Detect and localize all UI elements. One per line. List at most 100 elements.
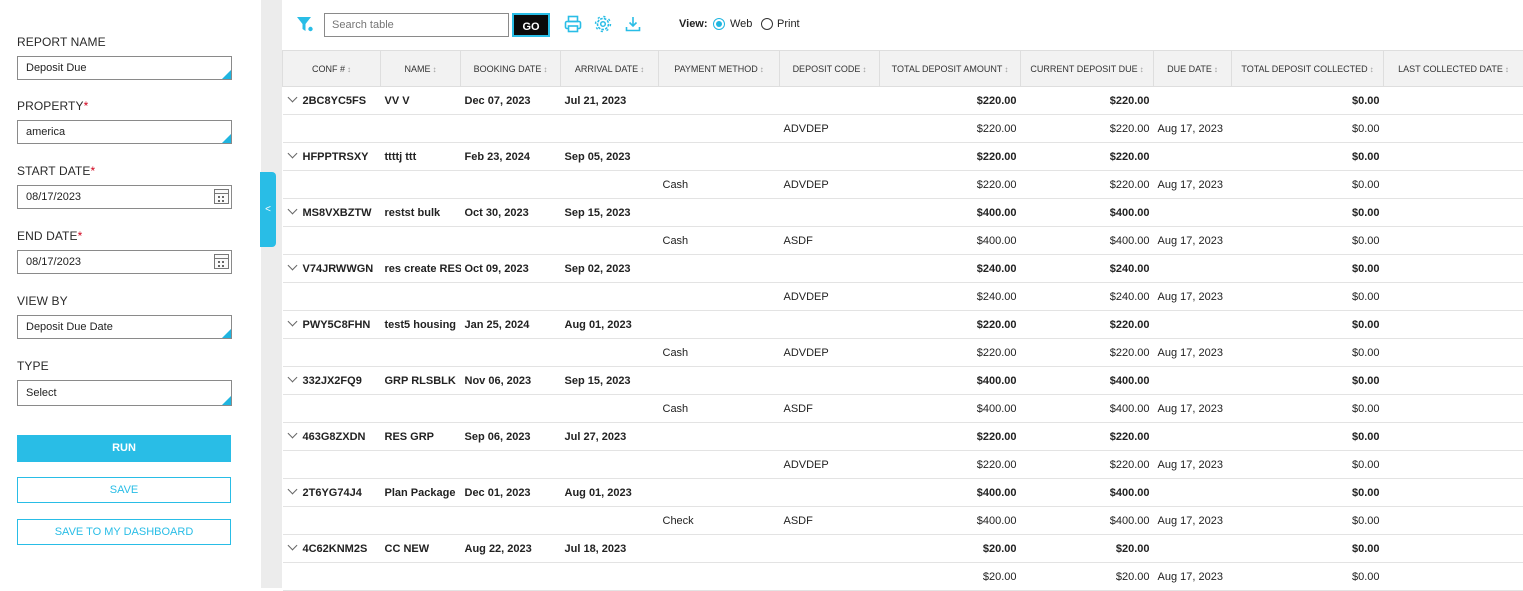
cell-deposit-code: [780, 143, 880, 171]
table-body: 2BC8YC5FSVV VDec 07, 2023Jul 21, 2023$22…: [283, 87, 1523, 591]
cell-current-deposit-due: $240.00: [1021, 255, 1154, 283]
reservation-row[interactable]: PWY5C8FHNtest5 housingJan 25, 2024Aug 01…: [283, 311, 1523, 339]
reservation-row[interactable]: MS8VXBZTWrestst bulkOct 30, 2023Sep 15, …: [283, 199, 1523, 227]
view-print-radio[interactable]: [761, 18, 773, 30]
view-web-label[interactable]: Web: [730, 18, 752, 30]
cell-last-collected-date: [1384, 395, 1523, 423]
cell-text: Aug 17, 2023: [1158, 291, 1223, 303]
settings-gear-icon[interactable]: [593, 14, 613, 34]
column-header-total-deposit-collected[interactable]: TOTAL DEPOSIT COLLECTED↕: [1232, 51, 1384, 87]
cell-text: $0.00: [1352, 487, 1380, 499]
cell-text: $400.00: [977, 235, 1017, 247]
deposit-detail-row: CashASDF$400.00$400.00Aug 17, 2023$0.00: [283, 395, 1523, 423]
reservation-row[interactable]: 463G8ZXDNRES GRPSep 06, 2023Jul 27, 2023…: [283, 423, 1523, 451]
collapse-panel-button[interactable]: <: [260, 172, 276, 247]
column-header-due-date[interactable]: DUE DATE↕: [1154, 51, 1232, 87]
cell-deposit-code: ADVDEP: [780, 283, 880, 311]
reservation-row[interactable]: 4C62KNM2SCC NEWAug 22, 2023Jul 18, 2023$…: [283, 535, 1523, 563]
cell-arrival-date: [561, 395, 659, 423]
chevron-down-icon[interactable]: [287, 373, 297, 383]
sort-icon[interactable]: ↕: [1505, 65, 1509, 74]
cell-name: [381, 563, 461, 591]
type-select[interactable]: Select: [17, 380, 232, 406]
column-header-label: PAYMENT METHOD: [674, 64, 758, 74]
cell-total-deposit-collected: $0.00: [1232, 367, 1384, 395]
sort-icon[interactable]: ↕: [1370, 65, 1374, 74]
column-header-booking-date[interactable]: BOOKING DATE↕: [461, 51, 561, 87]
chevron-down-icon[interactable]: [287, 93, 297, 103]
run-button[interactable]: RUN: [17, 435, 231, 462]
cell-text: Cash: [663, 347, 689, 359]
chevron-down-icon[interactable]: [287, 149, 297, 159]
column-header-last-collected-date[interactable]: LAST COLLECTED DATE↕: [1384, 51, 1523, 87]
calendar-icon[interactable]: [214, 254, 229, 269]
sort-icon[interactable]: ↕: [1140, 65, 1144, 74]
reservation-row[interactable]: V74JRWWGNres create RESOct 09, 2023Sep 0…: [283, 255, 1523, 283]
cell-due-date: Aug 17, 2023: [1154, 451, 1232, 479]
save-to-dashboard-button[interactable]: SAVE TO MY DASHBOARD: [17, 519, 231, 545]
calendar-icon[interactable]: [214, 189, 229, 204]
cell-text: Check: [663, 515, 694, 527]
chevron-down-icon[interactable]: [287, 261, 297, 271]
sort-icon[interactable]: ↕: [433, 65, 437, 74]
report-name-select[interactable]: Deposit Due: [17, 56, 232, 80]
chevron-down-icon[interactable]: [287, 541, 297, 551]
view-by-select[interactable]: Deposit Due Date: [17, 315, 232, 339]
reservation-row[interactable]: 2T6YG74J4Plan PackageDec 01, 2023Aug 01,…: [283, 479, 1523, 507]
column-header-conf[interactable]: CONF #↕: [283, 51, 381, 87]
cell-text: Oct 30, 2023: [465, 207, 529, 219]
download-icon[interactable]: [623, 14, 643, 34]
cell-total-deposit-amount: $240.00: [880, 283, 1021, 311]
column-header-arrival-date[interactable]: ARRIVAL DATE↕: [561, 51, 659, 87]
sort-icon[interactable]: ↕: [862, 65, 866, 74]
go-button[interactable]: GO: [512, 13, 550, 37]
sort-icon[interactable]: ↕: [543, 65, 547, 74]
chevron-down-icon[interactable]: [287, 485, 297, 495]
view-label: View:: [679, 18, 708, 30]
cell-text: ASDF: [784, 515, 813, 527]
property-select[interactable]: america: [17, 120, 232, 144]
cell-arrival-date: Jul 18, 2023: [561, 535, 659, 563]
chevron-down-icon[interactable]: [287, 317, 297, 327]
column-header-label: NAME: [404, 64, 430, 74]
end-date-input[interactable]: 08/17/2023: [17, 250, 232, 274]
cell-last-collected-date: [1384, 311, 1523, 339]
sort-icon[interactable]: ↕: [640, 65, 644, 74]
cell-text: $0.00: [1352, 263, 1380, 275]
cell-text: Sep 06, 2023: [465, 431, 531, 443]
cell-due-date: [1154, 423, 1232, 451]
start-date-input[interactable]: 08/17/2023: [17, 185, 232, 209]
chevron-down-icon[interactable]: [287, 429, 297, 439]
cell-payment-method: [659, 563, 780, 591]
column-header-payment-method[interactable]: PAYMENT METHOD↕: [659, 51, 780, 87]
sort-icon[interactable]: ↕: [760, 65, 764, 74]
column-header-deposit-code[interactable]: DEPOSIT CODE↕: [780, 51, 880, 87]
print-icon[interactable]: [563, 14, 583, 34]
cell-text: $0.00: [1352, 123, 1380, 135]
save-button[interactable]: SAVE: [17, 477, 231, 503]
cell-booking-date: [461, 339, 561, 367]
column-header-total-deposit-amount[interactable]: TOTAL DEPOSIT AMOUNT↕: [880, 51, 1021, 87]
sort-icon[interactable]: ↕: [347, 65, 351, 74]
view-web-radio[interactable]: [713, 18, 725, 30]
reservation-row[interactable]: 2BC8YC5FSVV VDec 07, 2023Jul 21, 2023$22…: [283, 87, 1523, 115]
cell-text: Plan Package: [385, 487, 456, 499]
sort-icon[interactable]: ↕: [1214, 65, 1218, 74]
reservation-row[interactable]: HFPPTRSXYttttj tttFeb 23, 2024Sep 05, 20…: [283, 143, 1523, 171]
cell-text: HFPPTRSXY: [303, 151, 369, 163]
search-input[interactable]: [324, 13, 509, 37]
column-header-name[interactable]: NAME↕: [381, 51, 461, 87]
cell-text: $400.00: [1110, 403, 1150, 415]
cell-text: 2T6YG74J4: [303, 487, 362, 499]
chevron-down-icon[interactable]: [287, 205, 297, 215]
sort-icon[interactable]: ↕: [1004, 65, 1008, 74]
cell-last-collected-date: [1384, 367, 1523, 395]
cell-current-deposit-due: $20.00: [1021, 563, 1154, 591]
cell-due-date: [1154, 535, 1232, 563]
filter-icon[interactable]: [295, 14, 315, 34]
table-toolbar: GO View: Web Print: [282, 0, 1523, 50]
view-print-label[interactable]: Print: [777, 18, 800, 30]
reservation-row[interactable]: 332JX2FQ9GRP RLSBLKNov 06, 2023Sep 15, 2…: [283, 367, 1523, 395]
column-header-current-deposit-due[interactable]: CURRENT DEPOSIT DUE↕: [1021, 51, 1154, 87]
cell-due-date: [1154, 143, 1232, 171]
